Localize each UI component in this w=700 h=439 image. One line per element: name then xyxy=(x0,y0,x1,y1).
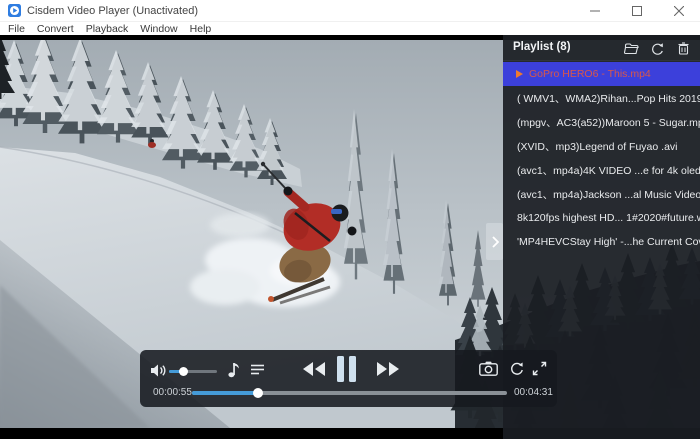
snapshot-button[interactable] xyxy=(479,361,498,376)
minimize-button[interactable] xyxy=(574,0,616,22)
playlist-item[interactable]: ( WMV1、WMA2)Rihan...Pop Hits 2019.wmv xyxy=(503,86,700,110)
trash-icon xyxy=(678,41,688,55)
playlist-collapse-button[interactable] xyxy=(486,223,503,260)
music-note-icon xyxy=(228,363,239,378)
chevron-right-icon xyxy=(491,235,499,248)
playlist-header: Playlist (8) xyxy=(503,35,700,61)
seek-fill xyxy=(192,391,259,395)
speaker-icon xyxy=(151,364,166,377)
total-time: 00:04:31 xyxy=(514,387,553,398)
menu-convert[interactable]: Convert xyxy=(31,23,80,35)
folder-open-icon xyxy=(623,42,639,54)
control-panel: 00:00:55 00:04:31 xyxy=(140,350,557,407)
playlist-item[interactable]: (mpgv、AC3(a52))Maroon 5 - Sugar.mpg xyxy=(503,110,700,134)
maximize-button[interactable] xyxy=(616,0,658,22)
playlist-item[interactable]: (avc1、mp4a)Jackson ...al Music Video).mk… xyxy=(503,182,700,206)
queue-icon xyxy=(251,364,264,375)
rewind-button[interactable] xyxy=(302,361,326,377)
forward-button[interactable] xyxy=(376,361,400,377)
menu-file[interactable]: File xyxy=(0,23,31,35)
repeat-mode-button[interactable] xyxy=(649,40,665,56)
fullscreen-icon xyxy=(532,361,547,376)
current-time: 00:00:55 xyxy=(153,387,192,398)
seek-knob[interactable] xyxy=(253,387,264,398)
refresh-icon xyxy=(652,42,663,55)
mute-button[interactable] xyxy=(150,363,167,378)
close-button[interactable] xyxy=(658,0,700,22)
pause-button[interactable] xyxy=(337,356,359,382)
clear-playlist-button[interactable] xyxy=(675,40,691,56)
volume-knob[interactable] xyxy=(178,367,188,376)
playlist-item[interactable]: 'MP4HEVCStay High' -...he Current Cover.… xyxy=(503,230,700,254)
menu-help[interactable]: Help xyxy=(184,23,218,35)
pause-icon xyxy=(337,356,344,382)
menu-playback[interactable]: Playback xyxy=(80,23,135,35)
playlist-item[interactable]: (XVID、mp3)Legend of Fuyao .avi xyxy=(503,134,700,158)
audio-track-button[interactable] xyxy=(228,361,240,378)
menubar: File Convert Playback Window Help xyxy=(0,22,700,35)
rewind-icon xyxy=(303,362,325,376)
volume-slider[interactable] xyxy=(169,367,217,376)
playlist-item[interactable]: 8k120fps highest HD... 1#2020#future.web… xyxy=(503,206,700,230)
menu-window[interactable]: Window xyxy=(134,23,183,35)
playlist-title: Playlist (8) xyxy=(513,41,571,53)
camera-icon xyxy=(479,361,498,376)
titlebar[interactable]: Cisdem Video Player (Unactivated) xyxy=(0,0,700,22)
fullscreen-button[interactable] xyxy=(532,361,547,376)
rotate-icon xyxy=(511,362,523,375)
playlist-toggle-button[interactable] xyxy=(250,364,265,375)
playlist-item[interactable]: GoPro HERO6 - This.mp4 xyxy=(503,62,700,86)
seek-bar[interactable] xyxy=(192,387,507,398)
app-window: Cisdem Video Player (Unactivated) File C… xyxy=(0,0,700,439)
playlist-rows: GoPro HERO6 - This.mp4 ( WMV1、WMA2)Rihan… xyxy=(503,62,700,254)
add-files-button[interactable] xyxy=(623,40,639,56)
now-playing-icon xyxy=(516,70,523,78)
app-play-icon xyxy=(8,4,21,17)
close-icon xyxy=(674,6,684,16)
playlist-item[interactable]: (avc1、mp4a)4K VIDEO ...e for 4k oled tv.… xyxy=(503,158,700,182)
maximize-icon xyxy=(632,6,642,16)
video-area: Playlist (8) GoPro HERO6 - This.mp4 (WM… xyxy=(0,35,700,439)
window-title: Cisdem Video Player (Unactivated) xyxy=(27,4,198,17)
rotate-button[interactable] xyxy=(509,361,524,376)
minimize-icon xyxy=(590,10,600,12)
forward-icon xyxy=(377,362,399,376)
